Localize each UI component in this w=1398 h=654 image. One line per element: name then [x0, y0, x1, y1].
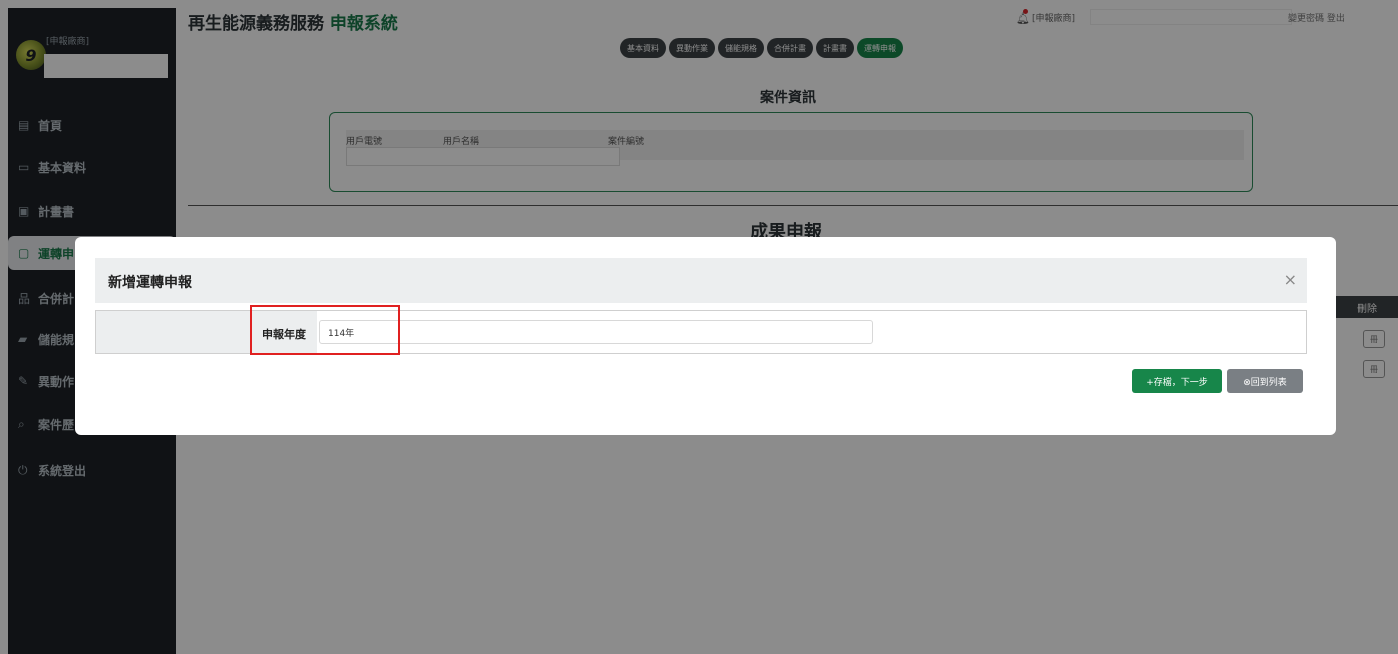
report-year-input[interactable] [319, 320, 873, 344]
close-icon[interactable]: × [1284, 270, 1297, 289]
add-operation-report-modal: 新增運轉申報 × 申報年度 +存檔，下一步 ⊗回到列表 [75, 237, 1336, 435]
highlight-box [250, 305, 400, 355]
modal-title: 新增運轉申報 [108, 275, 192, 291]
back-to-list-button[interactable]: ⊗回到列表 [1227, 369, 1303, 393]
modal-header: 新增運轉申報 × [95, 258, 1307, 303]
save-next-button[interactable]: +存檔，下一步 [1132, 369, 1222, 393]
